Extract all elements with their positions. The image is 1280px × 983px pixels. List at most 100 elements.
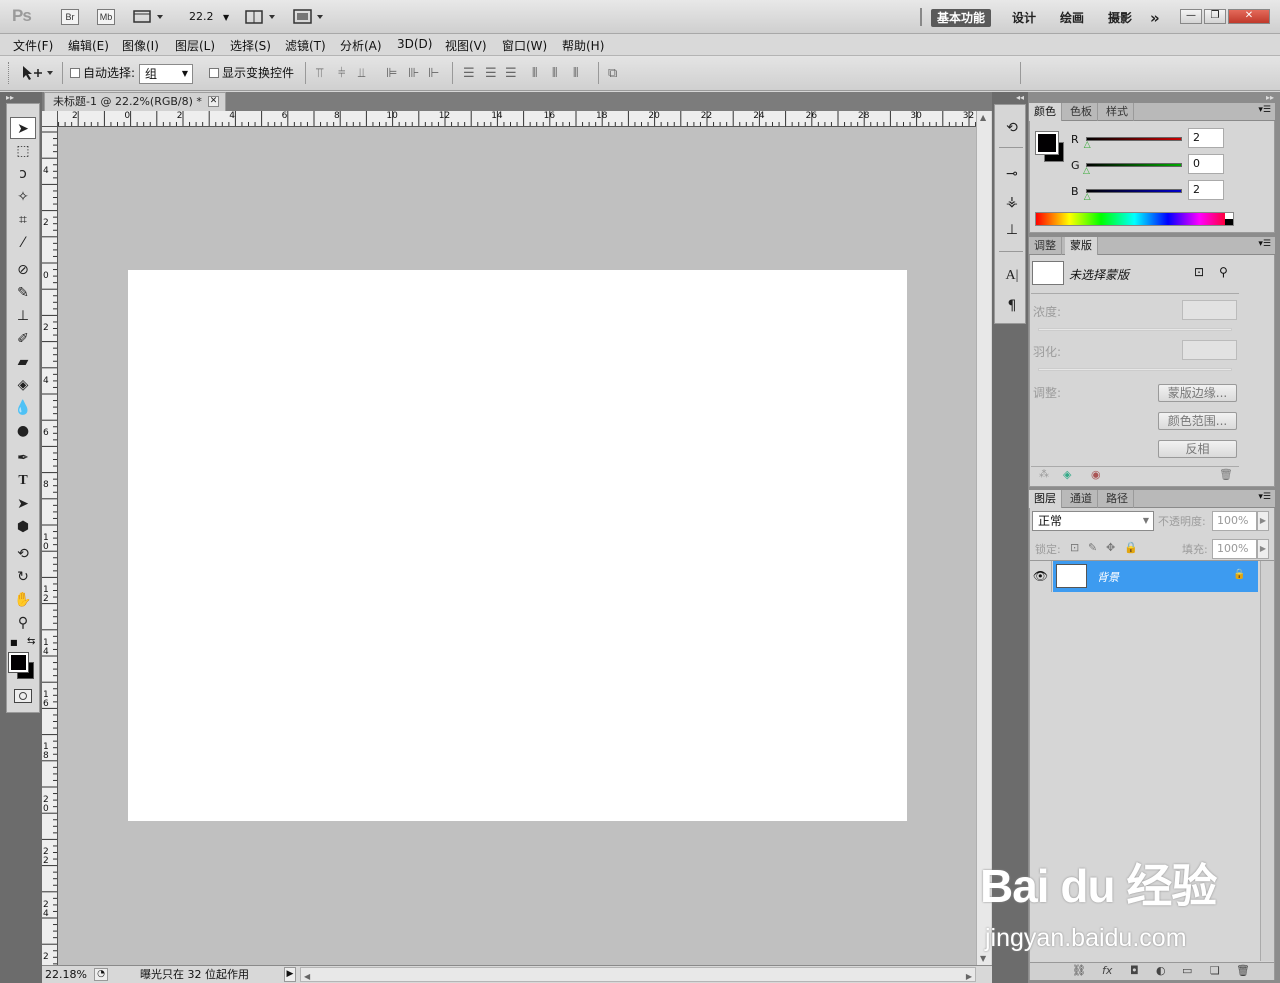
- menu-view[interactable]: 视图(V): [445, 37, 487, 54]
- menu-filter[interactable]: 滤镜(T): [285, 37, 326, 54]
- brush-tool-button[interactable]: ✎: [10, 282, 36, 304]
- workspace-photography-button[interactable]: 摄影: [1108, 9, 1132, 27]
- menu-3d[interactable]: 3D(D): [397, 37, 432, 51]
- quick-mask-button[interactable]: [14, 689, 32, 703]
- mask-edge-button[interactable]: 蒙版边缘...: [1158, 384, 1237, 402]
- vertical-scrollbar[interactable]: ▲ ▼: [976, 111, 991, 965]
- distribute-vertical-centers-icon[interactable]: ☰: [485, 66, 497, 81]
- new-layer-icon[interactable]: ❏: [1210, 964, 1220, 977]
- distribute-right-icon[interactable]: ⫴: [573, 66, 578, 81]
- blend-mode-dropdown[interactable]: 正常 ▼: [1032, 511, 1154, 531]
- screen-mode-dropdown[interactable]: [293, 9, 327, 25]
- tab-masks[interactable]: 蒙版: [1065, 237, 1098, 255]
- zoom-tool-button[interactable]: ⚲: [10, 612, 36, 634]
- channel-r-slider[interactable]: [1086, 137, 1182, 141]
- show-transform-controls-checkbox[interactable]: [209, 68, 219, 78]
- align-left-edges-icon[interactable]: ⊫: [386, 66, 397, 81]
- tab-channels[interactable]: 通道: [1065, 490, 1098, 508]
- menu-help[interactable]: 帮助(H): [562, 37, 604, 54]
- expand-panels-icon[interactable]: ◂◂: [1016, 93, 1024, 102]
- scroll-down-icon[interactable]: ▼: [980, 954, 986, 963]
- add-pixel-mask-icon[interactable]: ⊡: [1194, 265, 1204, 279]
- adjustment-layer-icon[interactable]: ◐: [1156, 964, 1166, 977]
- workspace-design-button[interactable]: 设计: [1012, 9, 1036, 27]
- eraser-tool-button[interactable]: ▰: [10, 351, 36, 373]
- feather-field[interactable]: [1182, 340, 1237, 360]
- scroll-up-icon[interactable]: ▲: [980, 113, 986, 122]
- channel-g-slider[interactable]: [1086, 163, 1182, 167]
- close-document-icon[interactable]: ✕: [208, 96, 219, 107]
- layers-scrollbar[interactable]: [1260, 561, 1274, 961]
- align-bottom-edges-icon[interactable]: ⫫: [358, 66, 365, 81]
- tab-color[interactable]: 颜色: [1029, 103, 1062, 121]
- align-vertical-centers-icon[interactable]: ⫩: [338, 66, 345, 81]
- horizontal-scrollbar[interactable]: ◀ ▶: [300, 967, 976, 982]
- type-tool-button[interactable]: T: [10, 470, 36, 492]
- scroll-right-icon[interactable]: ▶: [966, 968, 972, 983]
- add-mask-icon[interactable]: ◘: [1130, 964, 1139, 977]
- arrange-documents-dropdown[interactable]: [245, 9, 279, 25]
- panel-menu-icon[interactable]: ▾☰: [1258, 492, 1271, 502]
- quick-selection-tool-button[interactable]: ✧: [10, 186, 36, 208]
- channel-b-value[interactable]: 2: [1188, 180, 1224, 200]
- lock-all-icon[interactable]: 🔒: [1124, 541, 1138, 554]
- status-options-icon[interactable]: ◔: [94, 968, 108, 981]
- delete-layer-icon[interactable]: 🗑: [1236, 964, 1250, 977]
- status-menu-arrow-icon[interactable]: ▶: [284, 967, 296, 982]
- align-top-edges-icon[interactable]: ⫪: [316, 66, 323, 81]
- foreground-color-swatch[interactable]: [8, 652, 29, 673]
- menu-analysis[interactable]: 分析(A): [340, 37, 382, 54]
- hand-tool-button[interactable]: ✋: [10, 589, 36, 611]
- panel-menu-icon[interactable]: ▾☰: [1258, 105, 1271, 115]
- history-panel-button[interactable]: ⟲: [1001, 117, 1023, 139]
- auto-select-checkbox[interactable]: [70, 68, 80, 78]
- zoom-level-dropdown[interactable]: 22.2 ▼: [189, 10, 229, 23]
- workspace-essentials-button[interactable]: 基本功能: [931, 9, 992, 27]
- close-button[interactable]: ✕: [1228, 9, 1270, 24]
- status-zoom[interactable]: 22.18%: [45, 966, 87, 983]
- menu-edit[interactable]: 编辑(E): [68, 37, 109, 54]
- crop-tool-button[interactable]: ⌗: [10, 209, 36, 231]
- mini-bridge-button[interactable]: Mb: [97, 9, 115, 25]
- eyedropper-tool-button[interactable]: ⁄: [10, 232, 36, 254]
- pen-tool-button[interactable]: ✒: [10, 447, 36, 469]
- lock-position-icon[interactable]: ✥: [1106, 541, 1115, 554]
- slider-thumb-icon[interactable]: △: [1084, 192, 1091, 202]
- tab-layers[interactable]: 图层: [1029, 490, 1062, 508]
- fill-field[interactable]: 100%: [1212, 539, 1257, 559]
- channel-g-value[interactable]: 0: [1188, 154, 1224, 174]
- scroll-left-icon[interactable]: ◀: [304, 968, 310, 983]
- 3d-rotate-tool-button[interactable]: ⟲: [10, 543, 36, 565]
- tab-adjustments[interactable]: 调整: [1029, 237, 1062, 255]
- auto-align-layers-icon[interactable]: ⧉: [608, 66, 617, 81]
- layer-row[interactable]: 背景 🔒: [1053, 561, 1258, 592]
- tab-paths[interactable]: 路径: [1101, 490, 1134, 508]
- channel-b-slider[interactable]: [1086, 189, 1182, 193]
- add-vector-mask-icon[interactable]: ⚲: [1219, 265, 1228, 279]
- more-workspaces-button[interactable]: »: [1150, 9, 1160, 27]
- color-range-button[interactable]: 颜色范围...: [1158, 412, 1237, 430]
- swap-colors-icon[interactable]: ⇆: [27, 636, 35, 647]
- workspace-painting-button[interactable]: 绘画: [1060, 9, 1084, 27]
- dodge-tool-button[interactable]: ●: [10, 420, 36, 442]
- distribute-horizontal-centers-icon[interactable]: ⫴: [552, 66, 557, 81]
- healing-brush-tool-button[interactable]: ⊘: [10, 259, 36, 281]
- load-selection-icon[interactable]: ⁂: [1039, 469, 1049, 480]
- distribute-left-icon[interactable]: ⫴: [532, 66, 537, 81]
- opacity-field[interactable]: 100%: [1212, 511, 1257, 531]
- move-tool-button[interactable]: ➤: [10, 117, 36, 139]
- disable-mask-icon[interactable]: ◉: [1091, 468, 1101, 481]
- paragraph-panel-button[interactable]: ¶: [1001, 295, 1023, 317]
- horizontal-ruler[interactable]: 2 0 2 4 6 8 10 12 14 16 18 20 22 24 26 28 30 32: [58, 111, 976, 127]
- align-right-edges-icon[interactable]: ⊩: [428, 66, 439, 81]
- default-colors-icon[interactable]: ■: [10, 638, 18, 647]
- 3d-orbit-tool-button[interactable]: ↻: [10, 566, 36, 588]
- distribute-bottom-icon[interactable]: ☰: [505, 66, 517, 81]
- menu-window[interactable]: 窗口(W): [502, 37, 547, 54]
- delete-mask-icon[interactable]: 🗑: [1219, 468, 1233, 481]
- slider-thumb-icon[interactable]: △: [1084, 140, 1091, 150]
- clone-source-panel-button[interactable]: ⚶: [1001, 191, 1023, 213]
- document-canvas[interactable]: [128, 270, 907, 821]
- layer-visibility-eye-icon[interactable]: 👁: [1030, 561, 1052, 592]
- clone-stamp-tool-button[interactable]: ⊥: [10, 305, 36, 327]
